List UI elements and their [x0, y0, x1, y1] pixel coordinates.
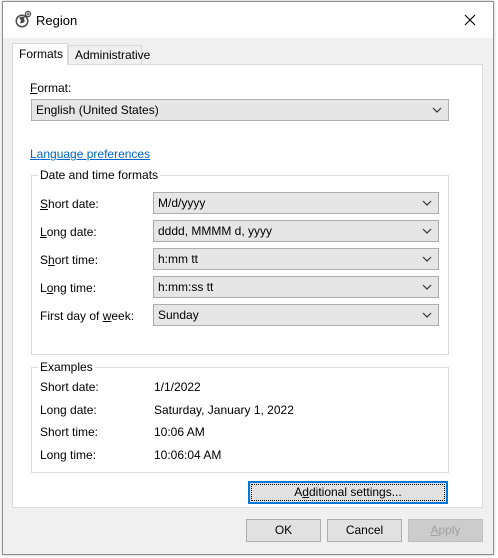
chevron-down-icon: [422, 256, 432, 262]
date-time-formats-title: Date and time formats: [38, 168, 161, 182]
format-value: English (United States): [36, 103, 159, 117]
tab-formats[interactable]: Formats: [12, 43, 68, 65]
example-long-time-value: 10:06:04 AM: [154, 448, 222, 462]
chevron-down-icon: [432, 107, 442, 113]
chevron-down-icon: [422, 200, 432, 206]
examples-title: Examples: [38, 360, 95, 374]
examples-group: Examples Short date: 1/1/2022 Long date:…: [31, 360, 449, 473]
format-label: Format:: [30, 81, 72, 95]
example-long-time-label: Long time:: [40, 448, 97, 462]
format-dropdown[interactable]: English (United States): [31, 99, 449, 121]
cancel-button-label: Cancel: [345, 523, 384, 537]
date-time-formats-group: Date and time formats Short date: M/d/yy…: [31, 168, 449, 355]
short-time-label: Short time:: [40, 253, 99, 267]
example-short-time-value: 10:06 AM: [154, 425, 205, 439]
example-short-date-value: 1/1/2022: [154, 380, 201, 394]
close-button[interactable]: [447, 2, 493, 38]
language-preferences-link[interactable]: Language preferences: [30, 147, 150, 161]
first-day-of-week-label: First day of week:: [40, 309, 135, 323]
long-date-dropdown[interactable]: dddd, MMMM d, yyyy: [153, 220, 439, 242]
formats-panel: Format: English (United States) Language…: [12, 64, 483, 508]
tab-formats-label: Formats: [19, 47, 64, 61]
tab-administrative-label: Administrative: [75, 48, 151, 62]
ok-button-label: OK: [274, 523, 293, 537]
tab-administrative[interactable]: Administrative: [68, 45, 150, 64]
title-bar: Region: [3, 2, 493, 38]
short-date-dropdown[interactable]: M/d/yyyy: [153, 192, 439, 214]
short-date-label: Short date:: [40, 197, 99, 211]
short-time-value: h:mm tt: [158, 252, 199, 266]
ok-button[interactable]: OK: [246, 519, 321, 542]
region-globe-icon: [13, 10, 33, 30]
additional-settings-button[interactable]: Additional settings...: [248, 481, 448, 504]
chevron-down-icon: [422, 312, 432, 318]
chevron-down-icon: [422, 228, 432, 234]
close-icon: [464, 14, 476, 26]
example-short-date-label: Short date:: [40, 380, 99, 394]
first-day-of-week-dropdown[interactable]: Sunday: [153, 304, 439, 326]
example-long-date-value: Saturday, January 1, 2022: [154, 403, 294, 417]
long-date-value: dddd, MMMM d, yyyy: [158, 224, 273, 238]
first-day-of-week-value: Sunday: [158, 308, 199, 322]
example-long-date-label: Long date:: [40, 403, 97, 417]
window-title: Region: [36, 13, 78, 28]
example-short-time-label: Short time:: [40, 425, 99, 439]
cancel-button[interactable]: Cancel: [327, 519, 402, 542]
long-time-dropdown[interactable]: h:mm:ss tt: [153, 276, 439, 298]
chevron-down-icon: [422, 284, 432, 290]
short-time-dropdown[interactable]: h:mm tt: [153, 248, 439, 270]
region-dialog: Region Formats Administrative Format: En…: [2, 1, 494, 555]
long-time-label: Long time:: [40, 281, 97, 295]
long-time-value: h:mm:ss tt: [158, 280, 214, 294]
apply-button[interactable]: Apply: [408, 519, 483, 542]
short-date-value: M/d/yyyy: [158, 196, 206, 210]
long-date-label: Long date:: [40, 225, 97, 239]
tab-strip: Formats Administrative: [12, 43, 483, 65]
